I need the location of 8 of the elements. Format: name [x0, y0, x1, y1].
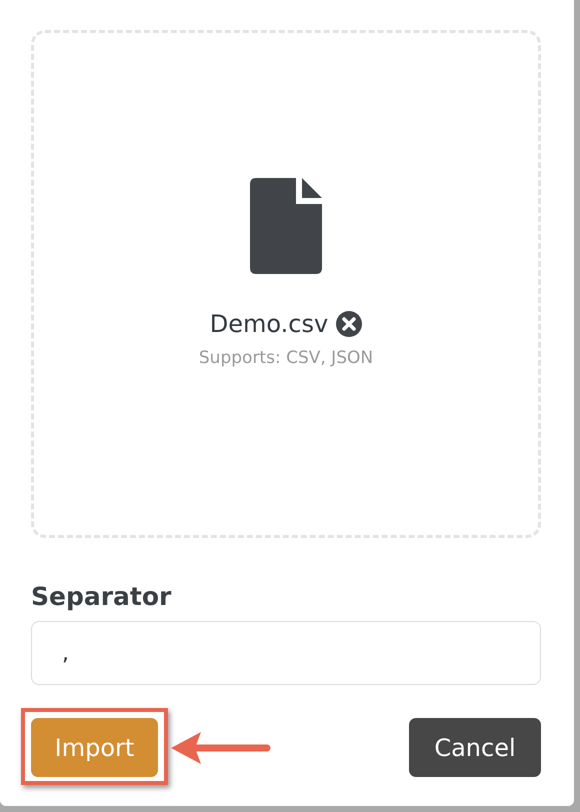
supported-formats: Supports: CSV, JSON: [198, 348, 374, 368]
remove-icon[interactable]: [336, 311, 362, 337]
drop-zone[interactable]: Demo.csv Supports: CSV, JSON: [31, 30, 541, 538]
file-name: Demo.csv: [210, 310, 328, 338]
separator-label: Separator: [31, 582, 172, 611]
separator-field[interactable]: ,: [31, 621, 541, 685]
action-button[interactable]: Cancel: [409, 718, 541, 777]
file-icon: [250, 178, 322, 274]
